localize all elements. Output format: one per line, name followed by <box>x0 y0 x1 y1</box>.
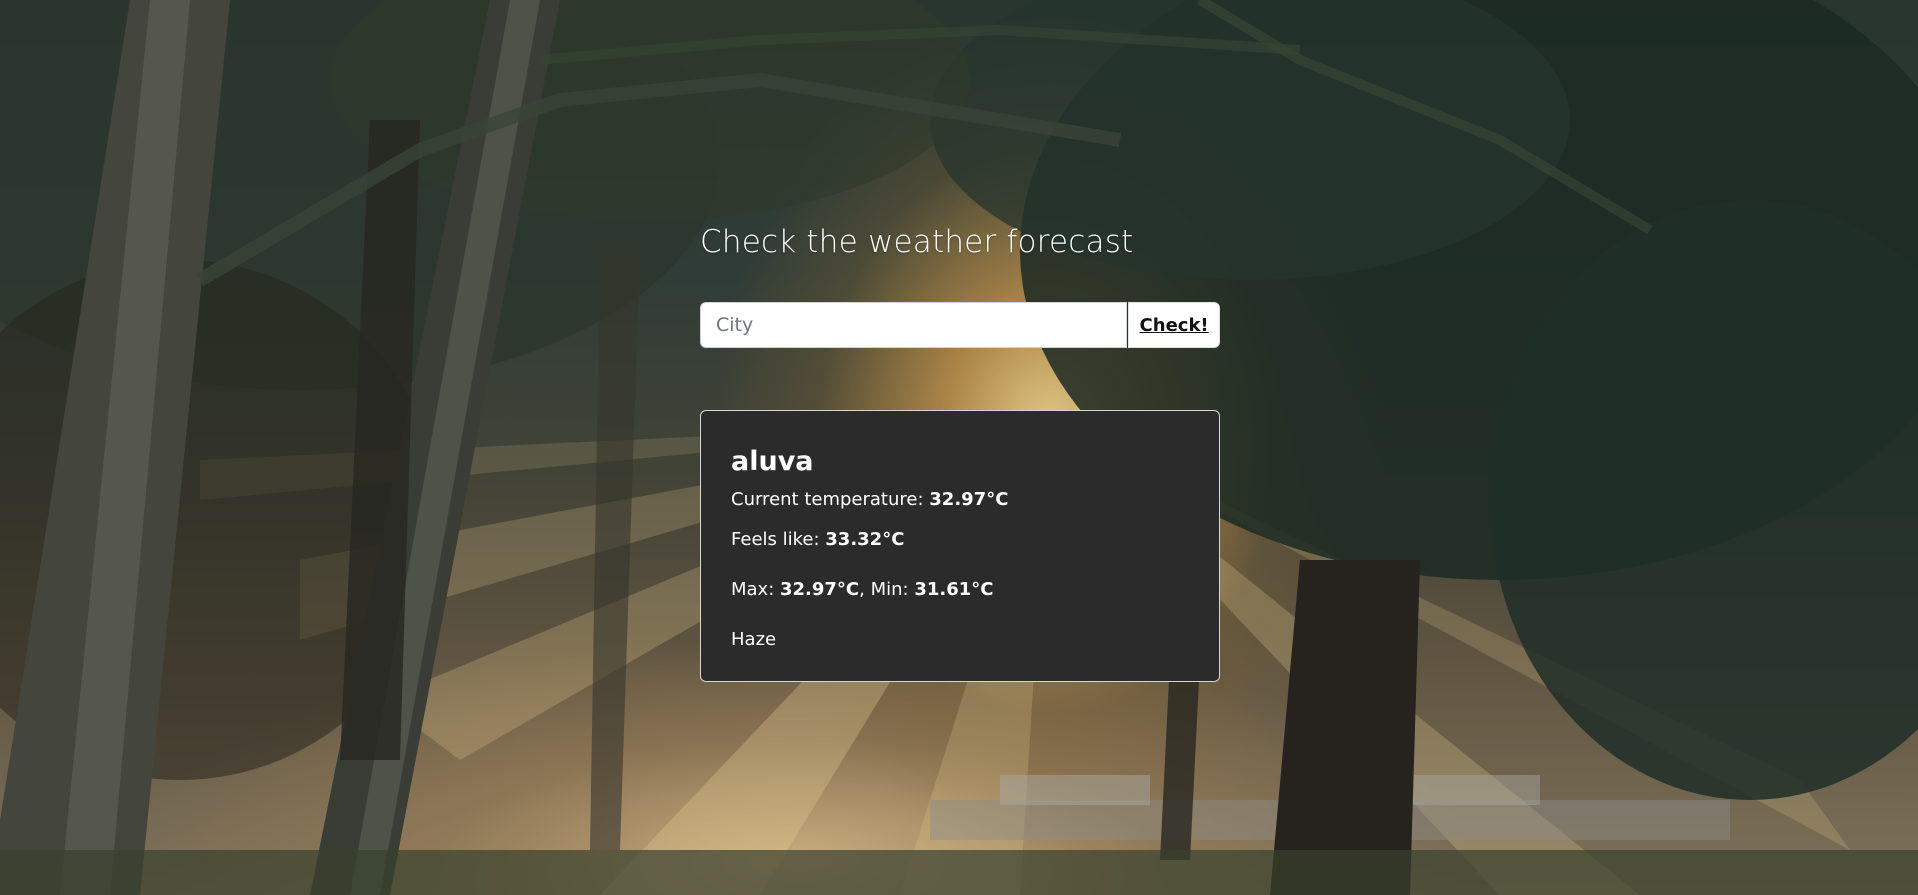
page-title: Check the weather forecast <box>700 224 1134 260</box>
max-min-temperature: Max: 32.97°C, Min: 31.61°C <box>731 577 1189 603</box>
min-label: , Min: <box>859 579 915 600</box>
city-input[interactable] <box>700 302 1128 348</box>
current-temperature-label: Current temperature: <box>731 489 930 510</box>
feels-like-label: Feels like: <box>731 529 826 550</box>
check-button[interactable]: Check! <box>1128 302 1220 348</box>
current-temperature-value: 32.97°C <box>929 489 1009 510</box>
main-content: Check the weather forecast Check! aluva … <box>700 218 1220 682</box>
max-value: 32.97°C <box>780 579 860 600</box>
max-label: Max: <box>731 579 780 600</box>
feels-like: Feels like: 33.32°C <box>731 527 1189 553</box>
feels-like-value: 33.32°C <box>825 529 905 550</box>
weather-description: Haze <box>731 629 777 650</box>
city-name: aluva <box>731 446 814 477</box>
weather-card: aluva Current temperature: 32.97°C Feels… <box>700 410 1220 682</box>
current-temperature: Current temperature: 32.97°C <box>731 487 1189 513</box>
search-form: Check! <box>700 302 1220 348</box>
min-value: 31.61°C <box>914 579 994 600</box>
